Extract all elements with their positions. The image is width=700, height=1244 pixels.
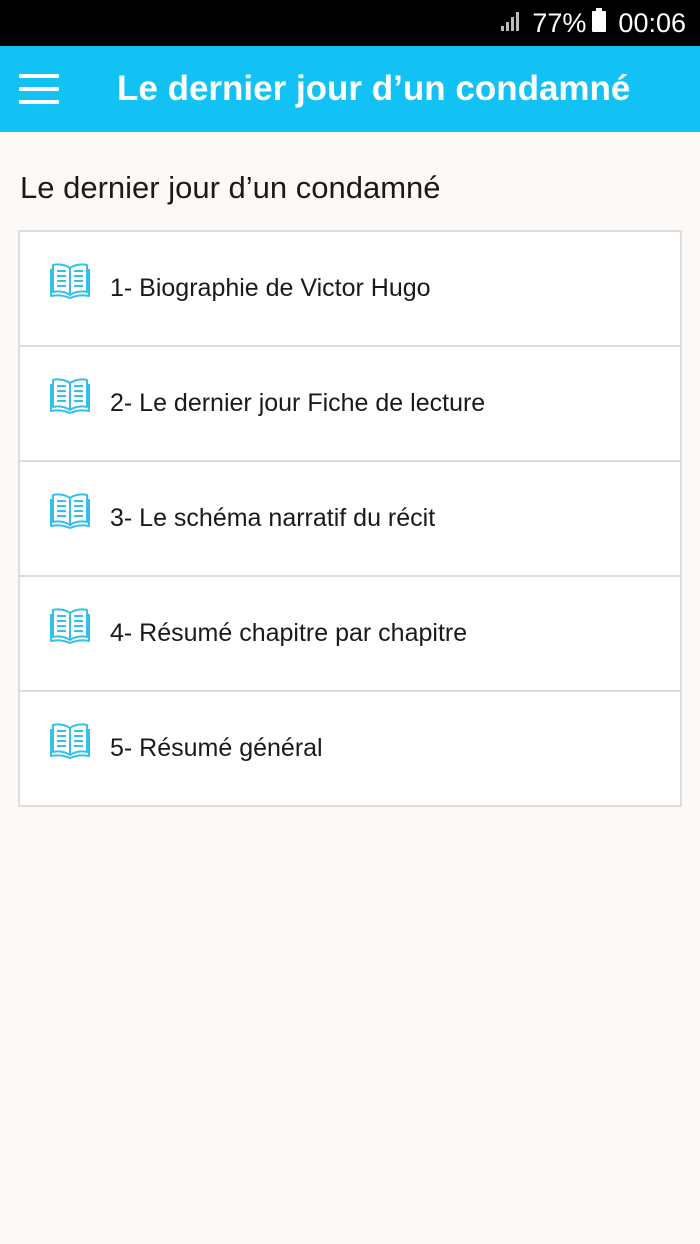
- app-bar: Le dernier jour d’un condamné: [0, 46, 700, 132]
- chapter-item-3[interactable]: 3- Le schéma narratif du récit: [20, 460, 680, 575]
- hamburger-menu-icon[interactable]: [19, 74, 59, 104]
- open-book-icon: [50, 722, 90, 759]
- chapter-label: 5- Résumé général: [110, 734, 323, 762]
- chapter-label: 4- Résumé chapitre par chapitre: [110, 619, 468, 647]
- chapter-label: 3- Le schéma narratif du récit: [110, 504, 436, 532]
- open-book-icon: [50, 377, 90, 414]
- chapter-item-4[interactable]: 4- Résumé chapitre par chapitre: [20, 575, 680, 690]
- status-time: 00:06: [618, 7, 686, 38]
- chapter-list: 1- Biographie de Victor Hugo 2- Le derni…: [18, 230, 682, 807]
- open-book-icon: [50, 262, 90, 299]
- open-book-icon: [50, 607, 90, 644]
- open-book-icon: [50, 492, 90, 529]
- chapter-label: 2- Le dernier jour Fiche de lecture: [110, 389, 486, 417]
- app-title: Le dernier jour d’un condamné: [117, 69, 631, 108]
- status-bar: 77% 00:06: [0, 0, 700, 46]
- chapter-item-1[interactable]: 1- Biographie de Victor Hugo: [20, 232, 680, 345]
- chapter-item-5[interactable]: 5- Résumé général: [20, 690, 680, 805]
- battery-icon: [592, 7, 607, 39]
- chapter-item-2[interactable]: 2- Le dernier jour Fiche de lecture: [20, 345, 680, 460]
- chapter-label: 1- Biographie de Victor Hugo: [110, 274, 431, 302]
- battery-percent: 77%: [532, 7, 587, 38]
- signal-icon: [500, 8, 522, 39]
- page-heading: Le dernier jour d’un condamné: [20, 170, 441, 205]
